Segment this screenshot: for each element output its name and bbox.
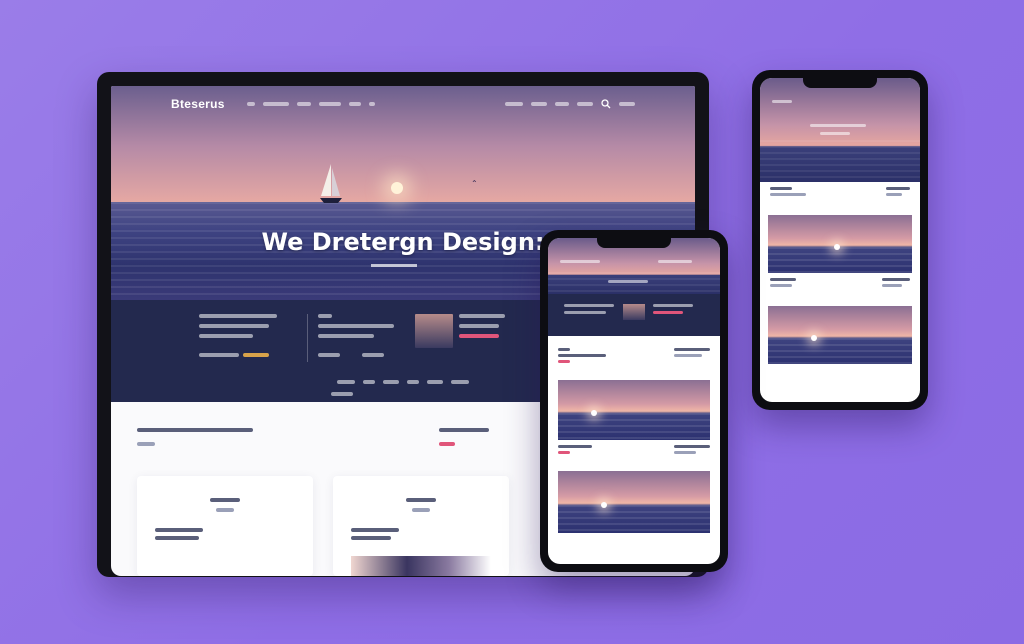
phone-features-band: [548, 294, 720, 336]
nav-link[interactable]: [531, 102, 547, 106]
site-logo[interactable]: Bteserus: [171, 97, 225, 111]
phone-meta-row: [548, 440, 720, 459]
phone-article-image[interactable]: [768, 215, 912, 273]
filter-tab[interactable]: [407, 380, 419, 384]
phone-mockup-front: [540, 230, 728, 572]
nav-link[interactable]: [318, 102, 341, 106]
feature-thumbnail: [415, 314, 453, 348]
top-navigation: Bteserus: [111, 96, 695, 112]
nav-link[interactable]: [555, 102, 569, 106]
nav-link[interactable]: [246, 102, 255, 106]
filter-tab[interactable]: [337, 380, 355, 384]
phone-article-image[interactable]: [768, 306, 912, 364]
filter-tab[interactable]: [383, 380, 399, 384]
bird-icon: ⌃: [471, 179, 478, 188]
filter-tab[interactable]: [427, 380, 443, 384]
filter-tab[interactable]: [331, 392, 353, 396]
sun-image: [391, 182, 403, 194]
content-block: [439, 428, 489, 446]
sailboat-icon: [320, 164, 342, 203]
phone-meta-row: [760, 182, 920, 201]
hero-subtitle-line: [371, 264, 417, 267]
content-card[interactable]: [137, 476, 313, 576]
nav-link[interactable]: [505, 102, 523, 106]
phone-screen: [548, 238, 720, 564]
feature-column: [415, 314, 505, 362]
feature-thumbnail: [623, 304, 645, 320]
phone-meta-row: [760, 273, 920, 292]
nav-link[interactable]: [296, 102, 311, 106]
card-image: [351, 556, 491, 576]
content-block: [137, 428, 253, 446]
feature-column: [307, 314, 397, 362]
phone-mockup-right: [752, 70, 928, 410]
nav-link[interactable]: [348, 102, 361, 106]
search-icon[interactable]: [601, 99, 611, 109]
phone-article-image[interactable]: [558, 380, 710, 440]
nav-right: [505, 99, 635, 109]
feature-column: [199, 314, 289, 362]
nav-links: [246, 102, 375, 106]
phone-screen: [760, 78, 920, 402]
content-card[interactable]: [333, 476, 509, 576]
phone-article-image[interactable]: [558, 471, 710, 533]
nav-link[interactable]: [368, 102, 375, 106]
nav-link[interactable]: [262, 102, 289, 106]
nav-link[interactable]: [619, 102, 635, 106]
phone-hero: [760, 78, 920, 182]
filter-tab[interactable]: [451, 380, 469, 384]
phone-meta-row: [548, 336, 720, 368]
filter-tab[interactable]: [363, 380, 375, 384]
nav-link[interactable]: [577, 102, 593, 106]
phone-notch: [597, 236, 671, 248]
phone-notch: [803, 76, 877, 88]
